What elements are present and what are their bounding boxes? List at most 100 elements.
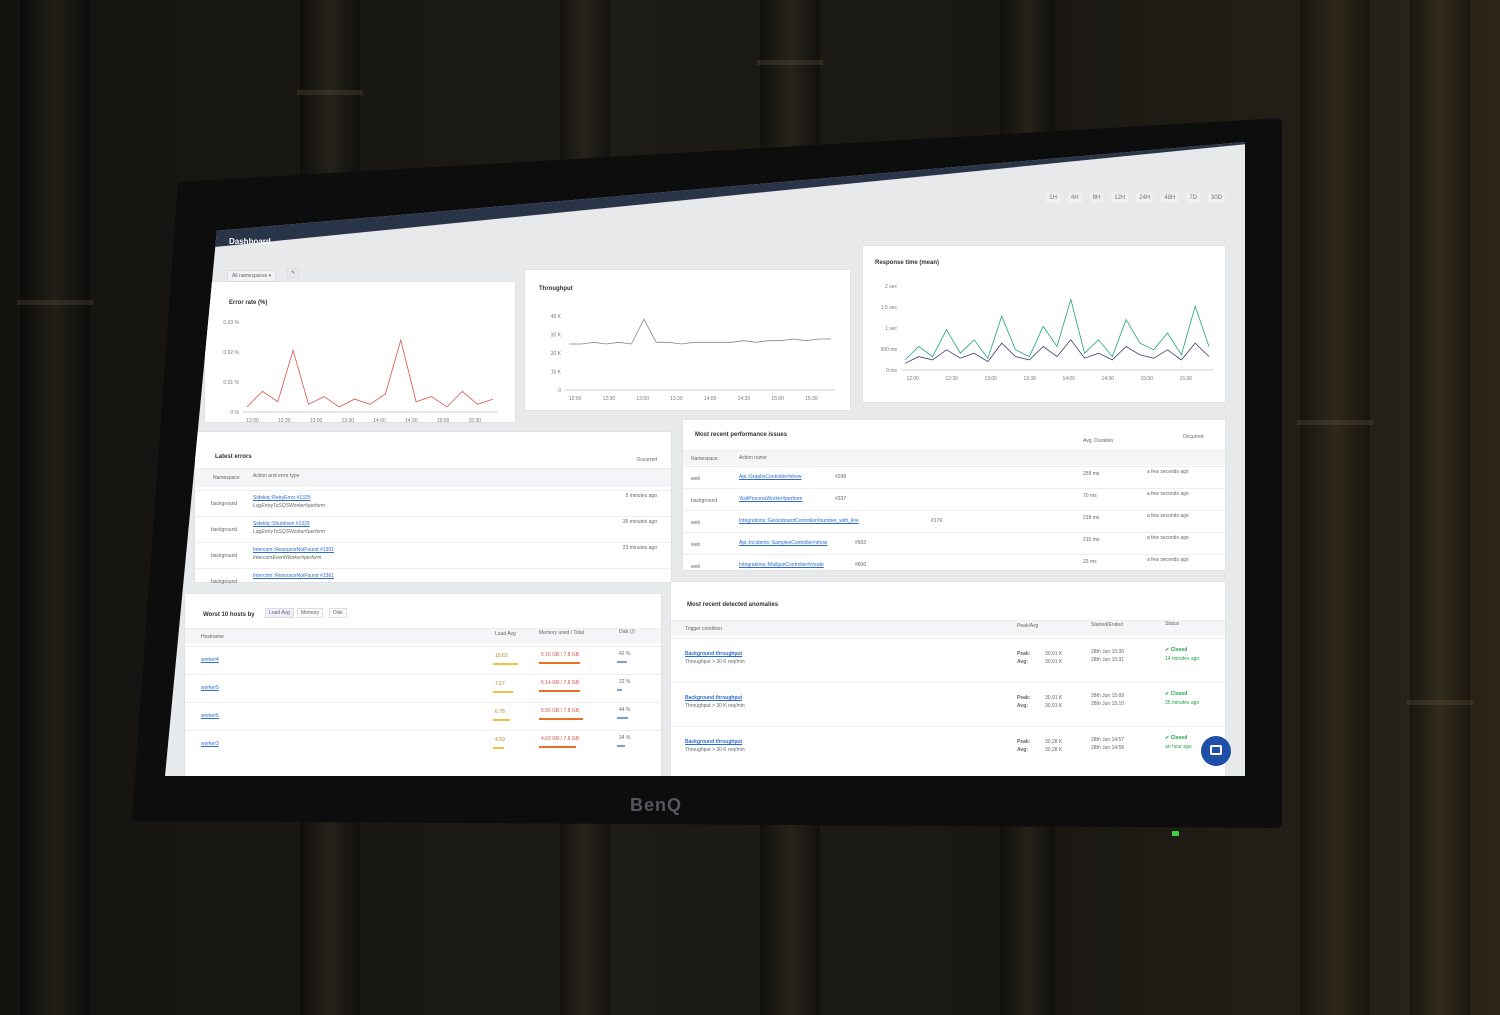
y-tick-label: 0 ms [886,368,897,374]
action-link[interactable]: VisitProcessWorker#perform [739,496,802,502]
table-row[interactable]: background Sidekiq::RetryError #1325 LogEn… [195,490,671,517]
chat-launcher-button[interactable] [1201,736,1231,766]
peak-label: Peak: [1017,651,1031,657]
table-row[interactable]: web Integrations::MailgunController#creat… [683,554,1225,577]
action-link[interactable]: Api::GraphsController#show [739,474,802,480]
worst-hosts-title: Worst 10 hosts by [203,612,255,618]
memory-bar [539,746,576,748]
col-disk: Disk (/) [619,629,635,635]
load-avg-bar [493,691,513,693]
monitor-brand: BenQ [630,795,683,815]
host-tab-load-avg[interactable]: Load Avg [265,608,294,618]
y-tick-label: 30 K [551,333,562,339]
trigger-link[interactable]: Background throughput [685,695,742,701]
hostname-link[interactable]: worker4 [201,657,219,663]
time-range-1h[interactable]: 1H [1046,193,1060,203]
duration-cell: 259 ms [1083,471,1100,477]
namespace-filter[interactable]: All namespaces ▾ [227,270,277,282]
table-row[interactable]: background Intercom::ResourceNotFound #13… [195,542,671,569]
x-tick-label: 13:00 [310,418,323,422]
time-range-7d[interactable]: 7D [1186,193,1200,203]
action-link[interactable]: Integrations::GeckoboardController#numbe… [739,518,859,524]
time-range-24h[interactable]: 24H [1136,193,1154,203]
trigger-link[interactable]: Background throughput [685,739,742,745]
hostname-link[interactable]: worker3 [201,741,219,747]
series-line [246,338,494,408]
started-cell: 28th Jun 14:57 [1091,737,1125,743]
error-link[interactable]: Intercom::ResourceNotFound #1301 [253,547,334,553]
x-tick-label: 13:00 [636,396,649,402]
table-row[interactable]: Background throughput Throughput > 30 K r… [671,638,1225,683]
pencil-icon[interactable]: ✎ [287,268,300,278]
load-avg-cell: 7.57 [495,681,505,687]
memory-cell: 4.63 GB / 7.8 GB [541,736,580,742]
occurred-cell: 23 minutes ago [622,545,657,551]
hostname-link[interactable]: worker6 [201,713,219,719]
error-link[interactable]: Sidekiq::RetryError #1325 [253,495,311,501]
duration-cell: 218 ms [1083,515,1100,521]
table-row[interactable]: background VisitProcessWorker#perform #337… [683,488,1225,511]
x-tick-label: 12:00 [906,376,919,382]
table-row[interactable]: worker4 10.63 5.16 GB / 7.8 GB 42 % [185,646,661,675]
time-range-4h[interactable]: 4H [1067,193,1082,203]
x-tick-label: 14:00 [373,418,386,422]
x-tick-label: 13:30 [342,418,355,422]
throughput-chart: 40 K 30 K 20 K 10 K 0 12:00 12:30 13:00 13:30 14:… [551,314,835,402]
table-row[interactable]: worker6 6.78 5.56 GB / 7.8 GB 44 % [185,702,661,731]
disk-bar [617,745,626,747]
peak-label: Peak: [1017,739,1031,745]
x-tick-label: 15:30 [1179,376,1192,382]
ended-cell: 28th Jun 15:10 [1091,701,1125,707]
issue-number: #176 [931,518,943,524]
table-row[interactable]: web Api::Incidents::SamplesController#sho… [683,532,1225,555]
table-row[interactable]: web Api::GraphsController#show #298 259 ms a… [683,466,1225,489]
avg-label: Avg: [1017,747,1028,753]
y-tick-label: 0.03 % [223,320,239,326]
avg-label: Avg: [1017,703,1028,709]
time-range-8h[interactable]: 8H [1089,193,1104,203]
table-row[interactable]: background Sidekiq::Shutdown #1329 LogEntr… [195,516,671,543]
table-row[interactable]: web Integrations::GeckoboardController#nu… [683,510,1225,533]
x-tick-label: 14:00 [704,396,717,402]
time-range-48h[interactable]: 48H [1161,193,1179,203]
col-namespace: Namespace [213,475,240,481]
y-tick-label: 40 K [551,314,562,320]
col-hostname: Hostname [201,634,224,640]
action-link[interactable]: Integrations::MailgunController#create [739,562,824,568]
x-tick-label: 15:00 [771,396,784,402]
table-row[interactable]: Background throughput Throughput > 30 K r… [671,726,1225,771]
error-link[interactable]: Intercom::ResourceNotFound #1361 [253,573,334,579]
host-tab-memory[interactable]: Memory [297,608,324,618]
host-tab-disk[interactable]: Disk [329,608,347,618]
hostname-link[interactable]: worker5 [201,685,219,691]
table-row[interactable]: Background throughput Throughput > 30 K r… [671,682,1225,727]
x-tick-label: 12:30 [945,376,958,382]
col-status: Status [1165,621,1180,627]
x-tick-label: 13:30 [670,396,683,402]
y-tick-label: 1 sec [885,326,897,332]
issue-number: #337 [835,496,847,502]
condition-cell: Throughput > 30 K req/min [685,747,745,753]
worst-hosts-card: Worst 10 hosts by Load Avg Memory Disk Hos… [185,594,661,776]
issue-number: #503 [855,540,867,546]
response-time-chart: 2 sec 1.5 sec 1 sec 500 ms 0 ms 12:00 12:30 13:… [881,284,1213,382]
series-line [569,318,831,345]
avg-value: 30,28 K [1045,747,1063,753]
memory-cell: 5.14 GB / 7.8 GB [541,680,580,686]
duration-cell: 210 ms [1083,537,1100,543]
avg-value: 30,01 K [1045,659,1063,665]
trigger-link[interactable]: Background throughput [685,651,742,657]
error-rate-chart: 0.03 % 0.02 % 0.01 % 0 % 12:00 12:30 13:00 13:3… [223,320,497,422]
avg-value: 30,91 K [1045,703,1063,709]
table-row[interactable]: worker5 7.57 5.14 GB / 7.8 GB 22 % [185,674,661,703]
error-link[interactable]: Sidekiq::Shutdown #1329 [253,521,310,527]
peak-label: Peak: [1017,695,1031,701]
col-action: Action and error type [253,473,300,479]
load-avg-bar [493,663,519,665]
table-row[interactable]: background Intercom::ResourceNotFound #13… [195,568,671,595]
table-row[interactable]: worker3 4.59 4.63 GB / 7.8 GB 34 % [185,730,661,759]
col-occurred: Occurred [1183,434,1204,440]
action-link[interactable]: Api::Incidents::SamplesController#show [739,540,827,546]
time-range-30d[interactable]: 30D [1207,193,1225,203]
time-range-12h[interactable]: 12H [1111,193,1129,203]
